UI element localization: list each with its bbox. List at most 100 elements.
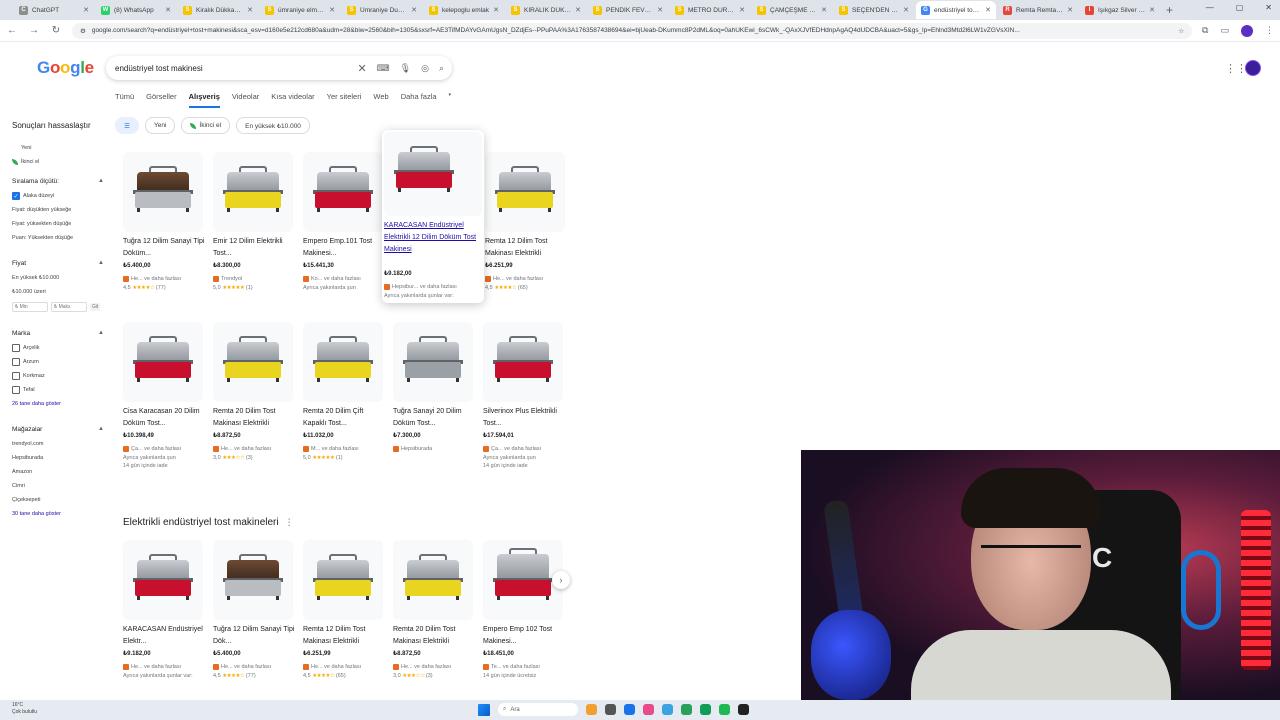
forward-icon[interactable]: → xyxy=(28,25,40,36)
product-card[interactable]: KARACASAN Endüstriyel Elektr... ₺9.182,00… xyxy=(123,540,205,679)
product-card[interactable]: Remta 20 Dilim Çift Kapaklı Tost... ₺11.0… xyxy=(303,322,385,464)
google-logo[interactable]: Google xyxy=(37,58,94,78)
product-name[interactable]: KARACASAN Endüstriyel Elektrikli 12 Dili… xyxy=(384,220,482,268)
nav-tab[interactable]: Daha fazla xyxy=(401,92,437,108)
tab-close-icon[interactable]: ✕ xyxy=(247,6,253,14)
tab-close-icon[interactable]: ✕ xyxy=(411,6,417,14)
browser-tab[interactable]: S Ümraniye Dumlu ✕ xyxy=(342,1,422,19)
nav-tab[interactable]: Görseller xyxy=(146,92,176,108)
product-name[interactable]: Empero Emp.101 Tost Makinesi... xyxy=(303,236,385,260)
product-card[interactable]: Tuğra 12 Dilim Sanayi Tipi Döküm... ₺5.40… xyxy=(123,152,205,294)
product-card[interactable]: Silverinox Plus Elektrikli Tost... ₺17.59… xyxy=(483,322,565,469)
microphone-icon[interactable]: 🎙 xyxy=(400,63,411,74)
sort-price-asc[interactable]: Fiyat: düşükten yükseğe xyxy=(12,203,104,217)
windows-start-icon[interactable] xyxy=(478,703,490,716)
product-card[interactable]: Remta 20 Dilim Tost Makinası Elektrikli ₺… xyxy=(393,540,475,682)
filter-chip[interactable]: İkinci el xyxy=(181,117,231,134)
stores-heading[interactable]: Mağazalar ▲ xyxy=(12,421,104,437)
tab-close-icon[interactable]: ✕ xyxy=(1149,6,1155,14)
browser-tab[interactable]: S KİRALIK DÜKKAN ✕ xyxy=(506,1,586,19)
search-input[interactable]: endüstriyel tost makinesi xyxy=(115,64,357,73)
product-image[interactable] xyxy=(123,540,203,620)
filter-chip[interactable]: Yeni xyxy=(145,117,176,134)
chrome-taskbar-icon[interactable] xyxy=(700,704,711,715)
product-name[interactable]: Empero Emp 102 Tost Makinesi... xyxy=(483,624,565,648)
nav-tab[interactable]: Web xyxy=(373,92,388,108)
condition-new[interactable]: Yeni xyxy=(12,141,104,155)
brand-item[interactable]: Tefal xyxy=(12,383,104,397)
store-item[interactable]: Çiçeksepeti xyxy=(12,493,104,507)
product-image[interactable] xyxy=(123,152,203,232)
product-name[interactable]: Remta 12 Dilim Tost Makinası Elektrikli xyxy=(303,624,385,648)
product-image[interactable] xyxy=(213,322,293,402)
browser-tab[interactable]: S METRO DURAĞI ✕ xyxy=(670,1,750,19)
store-item[interactable]: Hepsiburada xyxy=(12,451,104,465)
product-image[interactable] xyxy=(393,540,473,620)
product-name[interactable]: Tuğra 12 Dilim Sanayi Tipi Döküm... xyxy=(123,236,205,260)
sort-relevance[interactable]: ✓ Alaka düzeyi xyxy=(12,189,104,203)
brand-item[interactable]: Arçelik xyxy=(12,341,104,355)
sort-rating[interactable]: Puan: Yüksekten düşüğe xyxy=(12,231,104,245)
tab-close-icon[interactable]: ✕ xyxy=(165,6,171,14)
product-name[interactable]: Tuğra 12 Dilim Sanayi Tipi Dök... xyxy=(213,624,295,648)
product-image[interactable] xyxy=(213,540,293,620)
product-card[interactable]: Remta 12 Dilim Tost Makinası Elektrikli ₺… xyxy=(303,540,385,682)
tab-close-icon[interactable]: ✕ xyxy=(903,6,909,14)
site-info-icon[interactable]: ⚙ xyxy=(80,27,86,35)
minimize-icon[interactable]: — xyxy=(1206,3,1214,12)
product-image[interactable] xyxy=(303,540,383,620)
price-go-button[interactable]: Git xyxy=(90,303,101,311)
product-card[interactable]: Emir 12 Dilim Elektrikli Tost... ₺8.300,0… xyxy=(213,152,295,294)
product-image[interactable] xyxy=(483,322,563,402)
tab-close-icon[interactable]: ✕ xyxy=(739,6,745,14)
lens-camera-icon[interactable]: ◎ xyxy=(421,63,429,74)
taskbar-app-icon[interactable] xyxy=(643,704,654,715)
browser-tab[interactable]: W (8) WhatsApp ✕ xyxy=(96,1,176,19)
product-image[interactable] xyxy=(303,322,383,402)
taskbar-app-icon[interactable] xyxy=(624,704,635,715)
product-name[interactable]: KARACASAN Endüstriyel Elektr... xyxy=(123,624,205,648)
product-image[interactable] xyxy=(483,540,563,620)
product-name[interactable]: Remta 12 Dilim Tost Makinası Elektrikli xyxy=(485,236,567,260)
carousel-next-button[interactable]: › xyxy=(552,571,570,589)
tab-close-icon[interactable]: ✕ xyxy=(821,6,827,14)
browser-menu-icon[interactable]: ⋮ xyxy=(1265,25,1274,37)
product-image[interactable] xyxy=(123,322,203,402)
product-card[interactable]: Tuğra 12 Dilim Sanayi Tipi Dök... ₺5.400,… xyxy=(213,540,295,682)
bookmark-star-icon[interactable]: ☆ xyxy=(1178,27,1184,35)
taskbar-app-icon[interactable] xyxy=(662,704,673,715)
browser-tab[interactable]: S ÇAMÇEŞME MAH ✕ xyxy=(752,1,832,19)
back-icon[interactable]: ← xyxy=(6,25,18,36)
filter-tune-chip[interactable]: ☰ xyxy=(115,117,139,134)
price-max-input[interactable]: ₺ Maks xyxy=(51,302,87,312)
browser-tab[interactable]: I Işıkgaz Silver End ✕ xyxy=(1080,1,1160,19)
sort-price-desc[interactable]: Fiyat: yüksekten düşüğe xyxy=(12,217,104,231)
browser-tab[interactable]: Sümraniye elmalık ✕ xyxy=(260,1,340,19)
profile-avatar[interactable] xyxy=(1241,24,1253,37)
condition-used[interactable]: İkinci el xyxy=(12,155,104,169)
account-avatar[interactable] xyxy=(1245,60,1261,76)
product-image[interactable] xyxy=(485,152,565,232)
nav-tab[interactable]: Videolar xyxy=(232,92,259,108)
spotify-taskbar-icon[interactable] xyxy=(719,704,730,715)
product-image[interactable] xyxy=(303,152,383,232)
taskbar-app-icon[interactable] xyxy=(586,704,597,715)
price-under-10000[interactable]: En yüksek ₺10.000 xyxy=(12,271,104,285)
tab-close-icon[interactable]: ✕ xyxy=(1067,6,1073,14)
product-name[interactable]: Remta 20 Dilim Çift Kapaklı Tost... xyxy=(303,406,385,430)
store-item[interactable]: trendyol.com xyxy=(12,437,104,451)
brands-more-link[interactable]: 26 tane daha göster xyxy=(12,397,104,411)
product-name[interactable]: Tuğra Sanayi 20 Dilim Döküm Tost... xyxy=(393,406,475,430)
brand-item[interactable]: Korkmaz xyxy=(12,369,104,383)
sidepanel-icon[interactable]: ▭ xyxy=(1220,25,1229,37)
product-card[interactable]: Empero Emp.101 Tost Makinesi... ₺15.441,3… xyxy=(303,152,385,291)
keyboard-icon[interactable]: ⌨ xyxy=(377,63,390,74)
sort-heading[interactable]: Sıralama ölçütü: ▲ xyxy=(12,173,104,189)
brand-heading[interactable]: Marka ▲ xyxy=(12,325,104,341)
store-item[interactable]: Amazon xyxy=(12,465,104,479)
price-min-input[interactable]: ₺ Min xyxy=(12,302,48,312)
nav-tab[interactable]: Alışveriş xyxy=(188,92,220,108)
product-card[interactable]: Remta 12 Dilim Tost Makinası Elektrikli ₺… xyxy=(485,152,567,294)
product-card[interactable]: KARACASAN Endüstriyel Elektrikli 12 Dili… xyxy=(382,130,484,303)
browser-tab[interactable]: C ChatGPT ✕ xyxy=(14,1,94,19)
